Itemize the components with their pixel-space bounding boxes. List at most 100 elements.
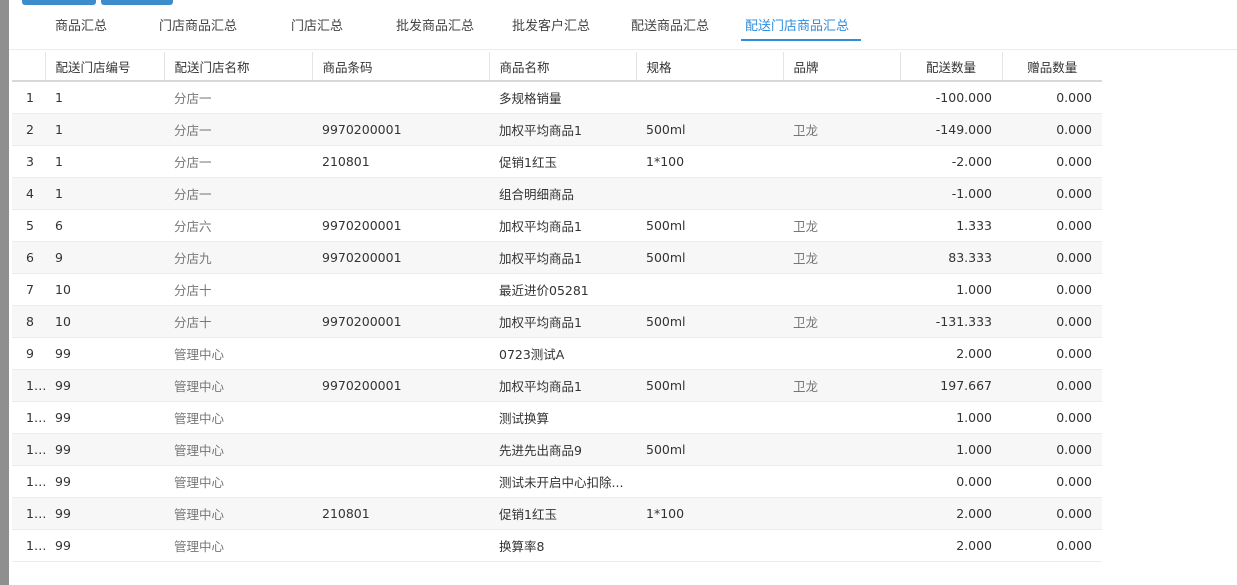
- delivery-qty-cell: 1.000: [900, 401, 1002, 434]
- store-name-cell: 分店一: [164, 145, 312, 178]
- gift-qty-cell: 0.000: [1002, 433, 1102, 466]
- table-row[interactable]: 4 1 分店一 组合明细商品 -1.000 0.000: [12, 177, 1102, 210]
- data-grid: 配送门店编号 配送门店名称 商品条码 商品名称 规格 品牌 配送数量 赠品数量 …: [12, 52, 1102, 562]
- tabs-divider: [9, 49, 1237, 50]
- table-row[interactable]: 6 9 分店九 9970200001 加权平均商品1 500ml 卫龙 83.333 0.000: [12, 241, 1102, 274]
- table-row[interactable]: 9 99 管理中心 0723测试A 2.000 0.000: [12, 337, 1102, 370]
- table-row[interactable]: 7 10 分店十 最近进价05281 1.000 0.000: [12, 273, 1102, 306]
- tab-delivery-store-product-summary[interactable]: 配送门店商品汇总: [745, 17, 849, 37]
- spec-cell: [636, 337, 783, 370]
- store-name-cell: 管理中心: [164, 401, 312, 434]
- delivery-qty-cell: 1.333: [900, 209, 1002, 242]
- delivery-qty-cell: 2.000: [900, 497, 1002, 530]
- tab-store-product-summary[interactable]: 门店商品汇总: [159, 17, 237, 37]
- barcode-cell: [312, 401, 489, 434]
- barcode-cell: 9970200001: [312, 305, 489, 338]
- barcode-cell: [312, 177, 489, 210]
- barcode-cell: 9970200001: [312, 113, 489, 146]
- table-row[interactable]: 12 99 管理中心 先进先出商品9 500ml 1.000 0.000: [12, 433, 1102, 466]
- active-tab-indicator: [741, 39, 861, 41]
- product-name-cell: 先进先出商品9: [489, 433, 636, 466]
- delivery-qty-cell: 0.000: [900, 465, 1002, 498]
- table-row[interactable]: 15 99 管理中心 换算率8 2.000 0.000: [12, 529, 1102, 562]
- row-number-cell: 11: [12, 401, 45, 434]
- table-row[interactable]: 14 99 管理中心 210801 促销1红玉 1*100 2.000 0.000: [12, 497, 1102, 530]
- table-row[interactable]: 3 1 分店一 210801 促销1红玉 1*100 -2.000 0.000: [12, 145, 1102, 178]
- column-header-spec[interactable]: 规格: [636, 52, 784, 82]
- spec-cell: 500ml: [636, 369, 783, 402]
- tab-store-summary[interactable]: 门店汇总: [291, 17, 343, 37]
- table-row[interactable]: 5 6 分店六 9970200001 加权平均商品1 500ml 卫龙 1.333 0.000: [12, 209, 1102, 242]
- spec-cell: [636, 529, 783, 562]
- table-row[interactable]: 8 10 分店十 9970200001 加权平均商品1 500ml 卫龙 -131.333 0.…: [12, 305, 1102, 338]
- column-header-store-no[interactable]: 配送门店编号: [45, 52, 165, 82]
- barcode-cell: [312, 273, 489, 306]
- barcode-cell: 210801: [312, 497, 489, 530]
- spec-cell: 500ml: [636, 433, 783, 466]
- column-header-delivery-qty[interactable]: 配送数量: [900, 52, 1003, 82]
- product-name-cell: 加权平均商品1: [489, 369, 636, 402]
- table-row[interactable]: 2 1 分店一 9970200001 加权平均商品1 500ml 卫龙 -149.000 0.0…: [12, 113, 1102, 146]
- store-no-cell: 99: [45, 465, 164, 498]
- product-name-cell: 加权平均商品1: [489, 305, 636, 338]
- row-number-cell: 4: [12, 177, 45, 210]
- product-name-cell: 组合明细商品: [489, 177, 636, 210]
- store-name-cell: 管理中心: [164, 337, 312, 370]
- delivery-qty-cell: -100.000: [900, 81, 1002, 114]
- store-name-cell: 分店一: [164, 81, 312, 114]
- table-row[interactable]: 11 99 管理中心 测试换算 1.000 0.000: [12, 401, 1102, 434]
- spec-cell: [636, 177, 783, 210]
- gift-qty-cell: 0.000: [1002, 145, 1102, 178]
- column-header-store-name[interactable]: 配送门店名称: [164, 52, 313, 82]
- gift-qty-cell: 0.000: [1002, 497, 1102, 530]
- product-name-cell: 加权平均商品1: [489, 209, 636, 242]
- store-no-cell: 1: [45, 113, 164, 146]
- store-no-cell: 99: [45, 369, 164, 402]
- table-row[interactable]: 13 99 管理中心 测试未开启中心扣除... 0.000 0.000: [12, 465, 1102, 498]
- gift-qty-cell: 0.000: [1002, 401, 1102, 434]
- brand-cell: 卫龙: [783, 113, 900, 146]
- brand-cell: [783, 337, 900, 370]
- gift-qty-cell: 0.000: [1002, 305, 1102, 338]
- row-number-cell: 5: [12, 209, 45, 242]
- delivery-qty-cell: 1.000: [900, 433, 1002, 466]
- column-header-barcode[interactable]: 商品条码: [312, 52, 490, 82]
- spec-cell: 1*100: [636, 497, 783, 530]
- table-row[interactable]: 1 1 分店一 多规格销量 -100.000 0.000: [12, 81, 1102, 114]
- delivery-qty-cell: -1.000: [900, 177, 1002, 210]
- column-header-brand[interactable]: 品牌: [783, 52, 901, 82]
- delivery-qty-cell: 2.000: [900, 529, 1002, 562]
- barcode-cell: [312, 529, 489, 562]
- column-header-gift-qty[interactable]: 赠品数量: [1002, 52, 1102, 82]
- product-name-cell: 加权平均商品1: [489, 241, 636, 274]
- brand-cell: 卫龙: [783, 209, 900, 242]
- brand-cell: 卫龙: [783, 241, 900, 274]
- barcode-cell: 9970200001: [312, 241, 489, 274]
- delivery-qty-cell: -149.000: [900, 113, 1002, 146]
- store-name-cell: 管理中心: [164, 433, 312, 466]
- column-header-product-name[interactable]: 商品名称: [489, 52, 637, 82]
- tab-wholesale-customer-summary[interactable]: 批发客户汇总: [512, 17, 590, 37]
- spec-cell: 1*100: [636, 145, 783, 178]
- table-row[interactable]: 10 99 管理中心 9970200001 加权平均商品1 500ml 卫龙 197.667 0…: [12, 369, 1102, 402]
- store-no-cell: 10: [45, 273, 164, 306]
- brand-cell: [783, 433, 900, 466]
- tab-product-summary[interactable]: 商品汇总: [55, 17, 107, 37]
- tab-wholesale-product-summary[interactable]: 批发商品汇总: [396, 17, 474, 37]
- gift-qty-cell: 0.000: [1002, 113, 1102, 146]
- tab-delivery-product-summary[interactable]: 配送商品汇总: [631, 17, 709, 37]
- row-number-cell: 3: [12, 145, 45, 178]
- row-number-cell: 15: [12, 529, 45, 562]
- barcode-cell: [312, 81, 489, 114]
- store-name-cell: 分店一: [164, 113, 312, 146]
- brand-cell: 卫龙: [783, 305, 900, 338]
- row-number-cell: 2: [12, 113, 45, 146]
- store-no-cell: 99: [45, 401, 164, 434]
- product-name-cell: 促销1红玉: [489, 497, 636, 530]
- left-panel-edge: [0, 0, 9, 585]
- store-name-cell: 分店十: [164, 273, 312, 306]
- store-no-cell: 99: [45, 497, 164, 530]
- store-no-cell: 1: [45, 177, 164, 210]
- gift-qty-cell: 0.000: [1002, 177, 1102, 210]
- delivery-qty-cell: 83.333: [900, 241, 1002, 274]
